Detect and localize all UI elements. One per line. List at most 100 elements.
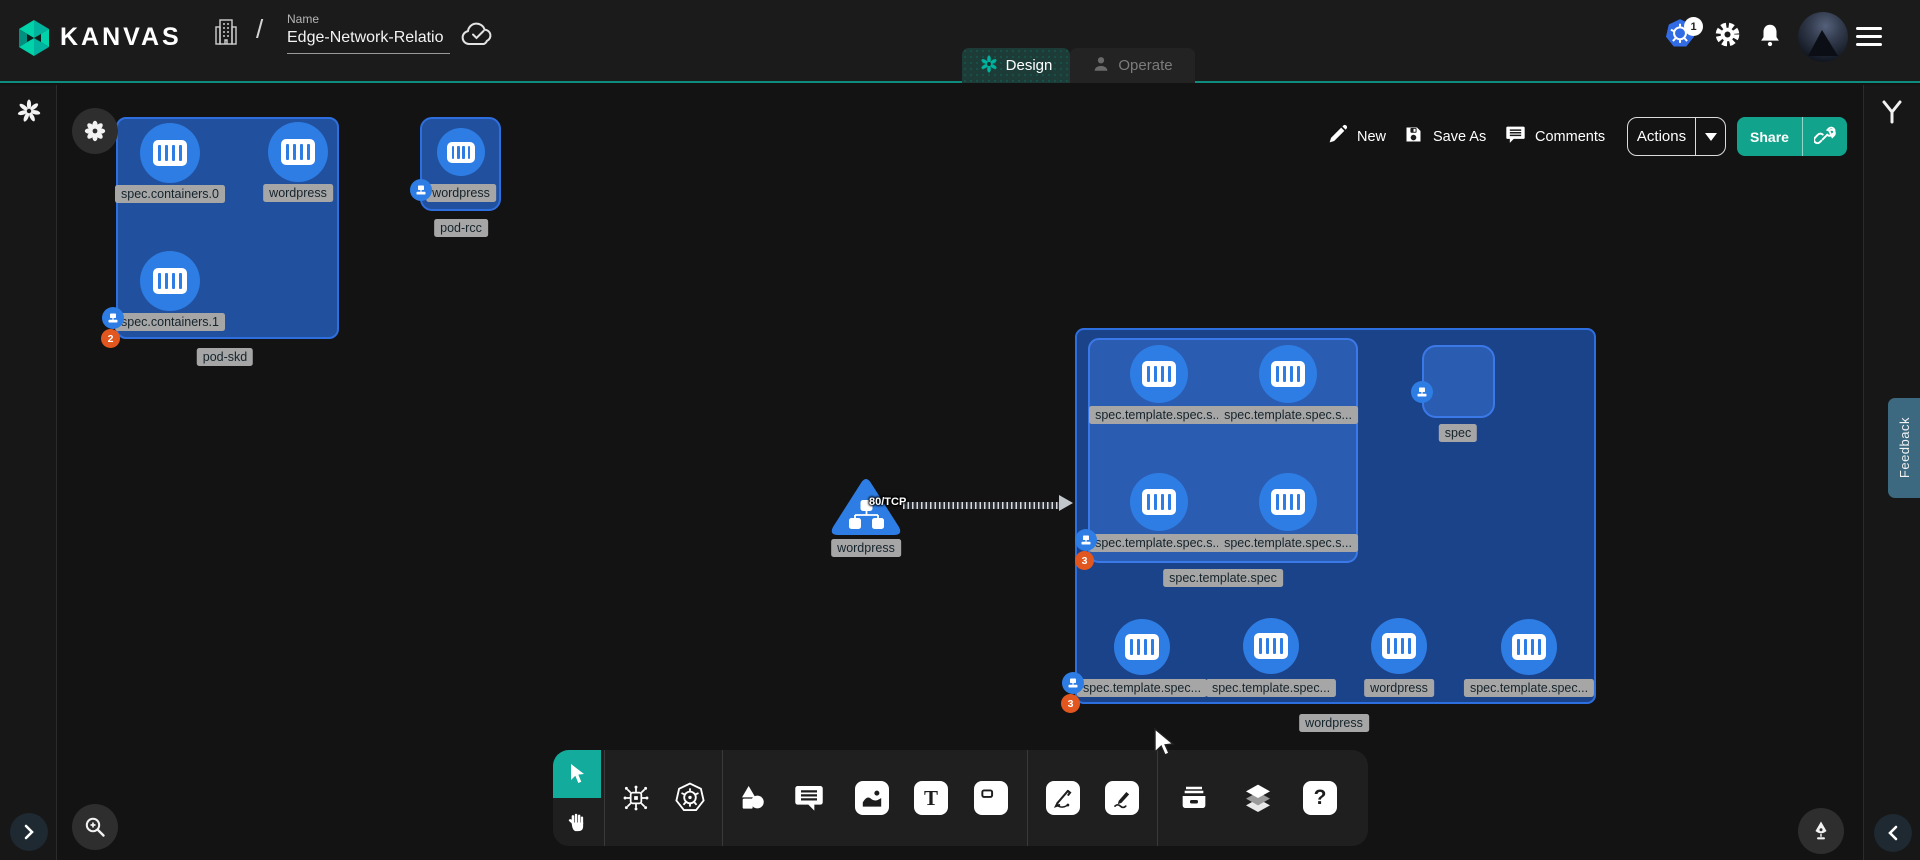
container-icon (1382, 633, 1416, 659)
new-pencil-icon (1327, 124, 1348, 149)
actions-button[interactable]: Actions (1627, 117, 1726, 156)
collapse-right-panel-button[interactable] (1874, 814, 1912, 852)
container-node-wordpress[interactable] (268, 122, 328, 182)
comments-button[interactable]: Comments (1505, 124, 1605, 149)
container-node[interactable] (1130, 473, 1188, 531)
service-label: wordpress (831, 539, 901, 557)
save-as-label: Save As (1433, 129, 1486, 145)
container-node[interactable] (1371, 618, 1427, 674)
expand-left-panel-button[interactable] (10, 813, 48, 851)
network-badge[interactable] (1075, 529, 1097, 551)
meshery-swirl-icon[interactable] (17, 99, 41, 128)
text-tool-glyph: T (924, 786, 938, 811)
container-node-wordpress-rcc[interactable] (437, 128, 485, 176)
organization-icon[interactable] (214, 17, 238, 52)
actions-label: Actions (1628, 128, 1695, 145)
new-button[interactable]: New (1327, 124, 1386, 149)
edge-pen-tool-icon[interactable] (1041, 776, 1085, 820)
actions-dropdown-caret[interactable] (1695, 118, 1725, 155)
copy-link-icon[interactable] (1802, 117, 1847, 156)
group-label-spec-template-spec: spec.template.spec (1163, 569, 1283, 587)
kanvas-logo-icon[interactable] (14, 18, 54, 63)
shapes-tool-icon[interactable] (730, 776, 774, 820)
notifications-bell-icon[interactable] (1757, 22, 1783, 53)
pen-nib-button[interactable] (1798, 808, 1844, 854)
context-count-badge: 1 (1684, 17, 1703, 36)
text-tool-icon[interactable]: T (909, 776, 953, 820)
freehand-pen-tool-icon[interactable] (1100, 776, 1144, 820)
pan-tool-button[interactable] (553, 798, 601, 846)
container-node[interactable] (1114, 619, 1170, 675)
container-node[interactable] (1130, 345, 1188, 403)
help-tool-icon[interactable]: ? (1298, 776, 1342, 820)
zoom-in-button[interactable] (72, 804, 118, 850)
service-node-wordpress[interactable] (829, 477, 903, 544)
brand-wordmark: KANVAS (60, 23, 182, 52)
tab-operate-label: Operate (1118, 57, 1172, 74)
bottom-toolbar: T (553, 750, 1368, 846)
container-icon (1512, 634, 1546, 660)
node-label: wordpress (263, 184, 333, 202)
node-label: spec.template.spec... (1077, 679, 1207, 697)
container-node-spec-containers-0[interactable] (140, 123, 200, 183)
share-button[interactable]: Share (1737, 117, 1847, 156)
container-icon (1142, 361, 1176, 387)
edge-port-label: 80/TCP (869, 496, 906, 508)
error-count-badge[interactable]: 2 (101, 329, 120, 348)
tab-design[interactable]: Design (962, 48, 1070, 83)
network-badge[interactable] (410, 179, 432, 201)
snowflake-button[interactable] (72, 108, 118, 154)
node-label: spec.containers.1 (115, 313, 225, 331)
image-tool-icon[interactable] (850, 776, 894, 820)
group-label-deployment: wordpress (1299, 714, 1369, 732)
service-edge[interactable] (903, 502, 1060, 509)
network-badge[interactable] (1411, 381, 1433, 403)
node-label: spec.template.spec... (1206, 679, 1336, 697)
group-label-pod-rcc: pod-rcc (434, 219, 488, 237)
node-label: spec.template.spec.s... (1089, 534, 1229, 552)
container-icon (1125, 634, 1159, 660)
container-node[interactable] (1259, 473, 1317, 531)
container-icon (1254, 633, 1288, 659)
container-node-spec-containers-1[interactable] (140, 251, 200, 311)
container-node[interactable] (1243, 618, 1299, 674)
y-panel-icon[interactable] (1880, 100, 1904, 129)
save-floppy-icon (1403, 124, 1424, 149)
share-label: Share (1737, 129, 1802, 145)
drawer-tool-icon[interactable] (1172, 776, 1216, 820)
group-label-pod-skd: pod-skd (197, 348, 253, 366)
node-label: spec.template.spec.s... (1218, 534, 1358, 552)
components-chip-icon[interactable] (614, 776, 658, 820)
container-icon (1142, 489, 1176, 515)
cloud-saved-icon (459, 20, 497, 55)
select-tool-button[interactable] (553, 750, 601, 798)
network-badge[interactable] (102, 307, 124, 329)
comments-label: Comments (1535, 129, 1605, 145)
design-name-input[interactable] (287, 29, 450, 54)
node-label: spec.template.spec.s... (1089, 406, 1229, 424)
hamburger-menu-icon[interactable] (1856, 27, 1882, 51)
group-spec-template-spec[interactable] (1088, 338, 1358, 563)
note-tool-icon[interactable] (969, 776, 1013, 820)
kubernetes-tool-icon[interactable] (668, 776, 712, 820)
node-spec[interactable] (1422, 345, 1495, 418)
comment-tool-icon[interactable] (787, 776, 831, 820)
node-label: spec.template.spec.s... (1218, 406, 1358, 424)
node-label: spec.template.spec... (1464, 679, 1594, 697)
kanvas-app: KANVAS / Name (0, 0, 1920, 860)
settings-gear-icon[interactable] (1714, 21, 1741, 53)
feedback-tab[interactable]: Feedback (1888, 398, 1920, 498)
network-badge[interactable] (1062, 672, 1084, 694)
container-node[interactable] (1259, 345, 1317, 403)
error-count-badge[interactable]: 3 (1075, 551, 1094, 570)
error-count-badge[interactable]: 3 (1061, 694, 1080, 713)
user-avatar[interactable] (1798, 12, 1848, 62)
layers-tool-icon[interactable] (1236, 776, 1280, 820)
breadcrumb-separator: / (256, 14, 263, 45)
container-icon (1271, 361, 1305, 387)
node-label-spec: spec (1439, 424, 1477, 442)
save-as-button[interactable]: Save As (1403, 124, 1486, 149)
container-node[interactable] (1501, 619, 1557, 675)
tab-operate[interactable]: Operate (1070, 48, 1195, 83)
edge-arrowhead-icon (1059, 495, 1073, 511)
